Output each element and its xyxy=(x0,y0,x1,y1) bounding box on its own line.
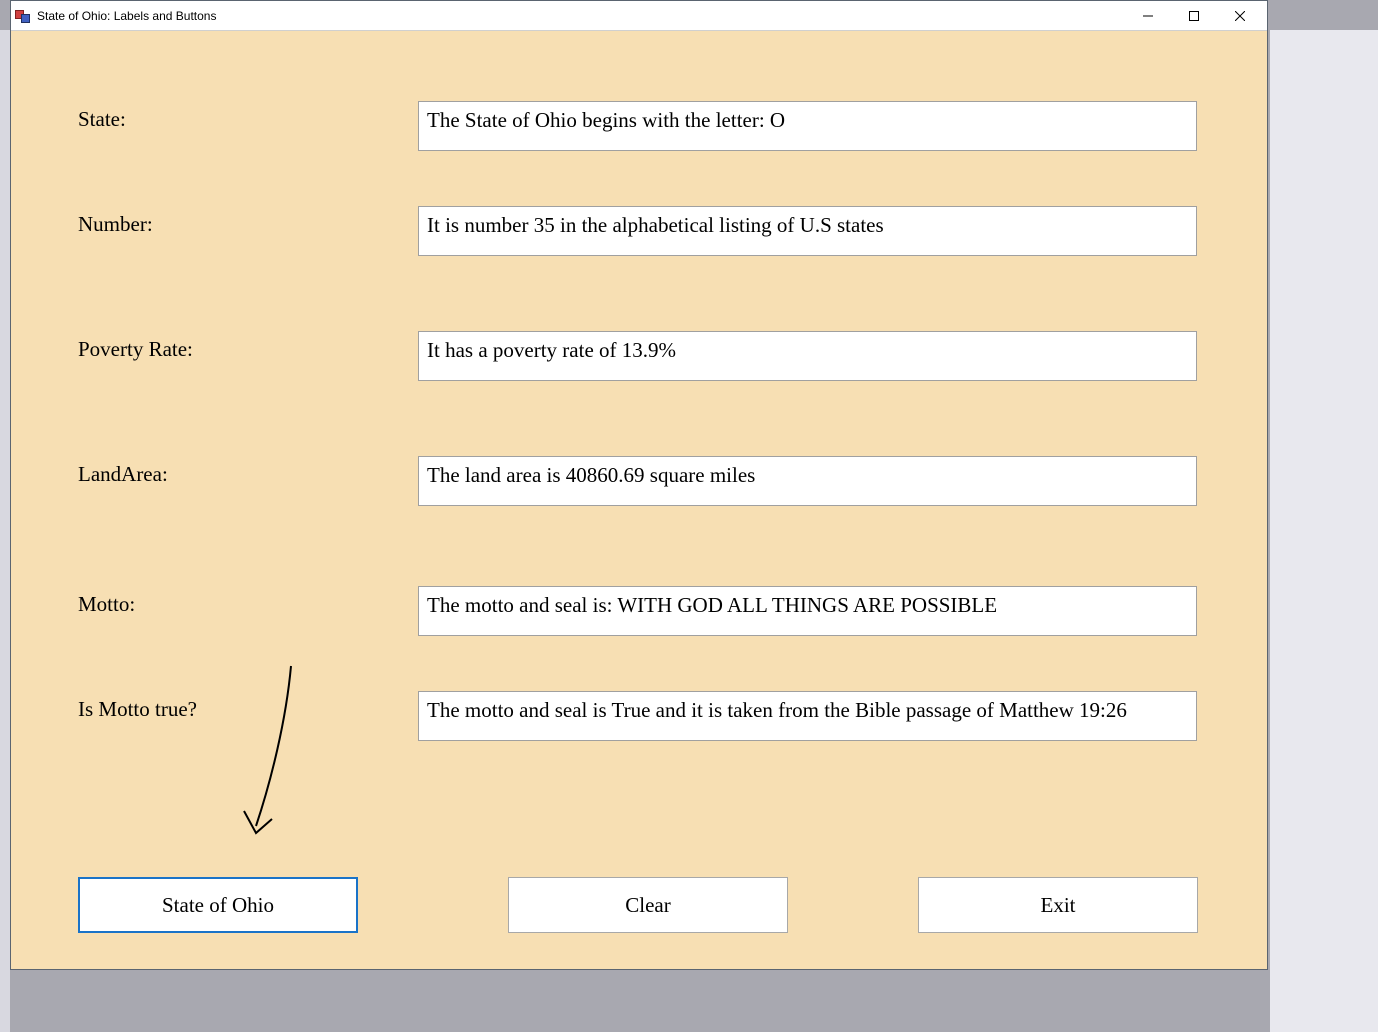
row-landarea: LandArea: The land area is 40860.69 squa… xyxy=(78,456,1197,506)
exit-button[interactable]: Exit xyxy=(918,877,1198,933)
text-landarea: The land area is 40860.69 square miles xyxy=(418,456,1197,506)
maximize-button[interactable] xyxy=(1171,1,1217,30)
label-number: Number: xyxy=(78,206,418,237)
annotation-arrow-icon xyxy=(236,661,306,846)
ide-left-gutter xyxy=(0,30,10,1032)
row-state: State: The State of Ohio begins with the… xyxy=(78,101,1197,151)
minimize-button[interactable] xyxy=(1125,1,1171,30)
titlebar[interactable]: State of Ohio: Labels and Buttons xyxy=(11,1,1267,31)
row-mottotrue: Is Motto true? The motto and seal is Tru… xyxy=(78,691,1197,741)
label-landarea: LandArea: xyxy=(78,456,418,487)
row-motto: Motto: The motto and seal is: WITH GOD A… xyxy=(78,586,1197,636)
winforms-window: State of Ohio: Labels and Buttons State:… xyxy=(10,0,1268,970)
minimize-icon xyxy=(1143,11,1153,21)
form-icon xyxy=(15,8,31,24)
form-body: State: The State of Ohio begins with the… xyxy=(11,31,1267,969)
text-poverty: It has a poverty rate of 13.9% xyxy=(418,331,1197,381)
button-row: State of Ohio Clear Exit xyxy=(78,877,1197,933)
label-mottotrue: Is Motto true? xyxy=(78,691,418,722)
text-state: The State of Ohio begins with the letter… xyxy=(418,101,1197,151)
text-number: It is number 35 in the alphabetical list… xyxy=(418,206,1197,256)
ide-right-panel xyxy=(1270,30,1378,1032)
label-motto: Motto: xyxy=(78,586,418,617)
close-icon xyxy=(1235,11,1245,21)
state-of-ohio-button[interactable]: State of Ohio xyxy=(78,877,358,933)
window-title: State of Ohio: Labels and Buttons xyxy=(37,9,1125,23)
label-poverty: Poverty Rate: xyxy=(78,331,418,362)
text-mottotrue: The motto and seal is True and it is tak… xyxy=(418,691,1197,741)
row-number: Number: It is number 35 in the alphabeti… xyxy=(78,206,1197,256)
window-controls xyxy=(1125,1,1263,30)
close-button[interactable] xyxy=(1217,1,1263,30)
clear-button[interactable]: Clear xyxy=(508,877,788,933)
maximize-icon xyxy=(1189,11,1199,21)
label-state: State: xyxy=(78,101,418,132)
row-poverty: Poverty Rate: It has a poverty rate of 1… xyxy=(78,331,1197,381)
text-motto: The motto and seal is: WITH GOD ALL THIN… xyxy=(418,586,1197,636)
